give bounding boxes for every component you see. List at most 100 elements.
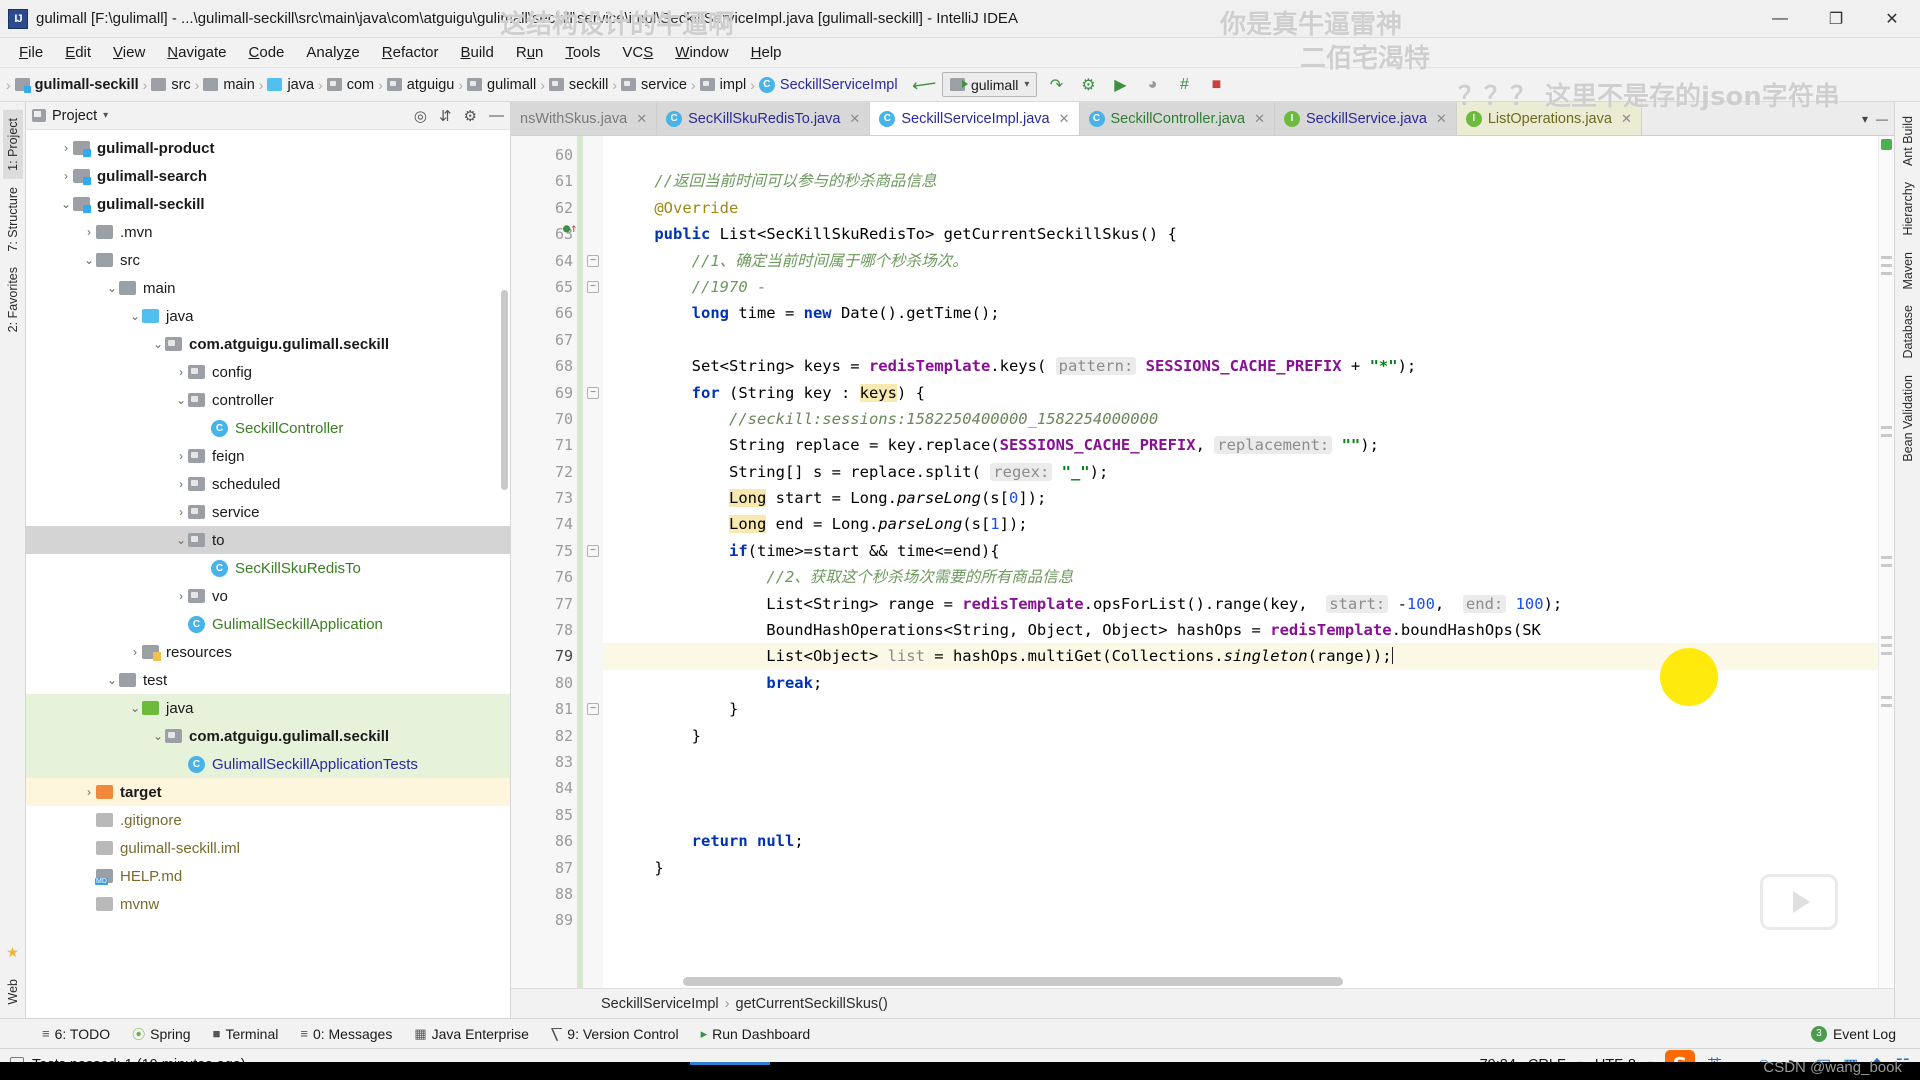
breadcrumb-item-main[interactable]: main [203, 77, 255, 93]
code-line[interactable]: String[] s = replace.split( regex: "_"); [603, 459, 1878, 485]
tab-seckillservice[interactable]: I SeckillService.java ✕ [1275, 102, 1457, 135]
debug-button[interactable]: ⚙ [1075, 72, 1101, 98]
chevron-right-icon[interactable]: › [59, 141, 73, 155]
sidebar-item-database[interactable]: Database [1898, 297, 1918, 367]
code-editor[interactable]: 60 61 62 63 ●↑ 64 65 66 67 68 69 70 71 72 73 74 75 76 77 78… [511, 136, 1894, 988]
menu-analyze[interactable]: Analyze [295, 41, 370, 64]
breadcrumb-item-service[interactable]: service [621, 77, 687, 93]
analysis-stripe[interactable] [1878, 136, 1894, 988]
code-line[interactable]: } [603, 855, 1878, 881]
chevron-down-icon[interactable]: ⌄ [151, 729, 165, 743]
tab-seckillskuredisto[interactable]: C SecKillSkuRedisTo.java ✕ [657, 102, 871, 135]
code-line[interactable]: //seckill:sessions:1582250400000_1582254… [603, 406, 1878, 432]
sidebar-item-favorites[interactable]: 2: Favorites [3, 259, 23, 340]
chevron-down-icon[interactable]: ⌄ [59, 197, 73, 211]
breadcrumb-item-module[interactable]: gulimall-seckill [14, 77, 139, 93]
horizontal-scrollbar[interactable] [683, 977, 1343, 986]
sidebar-item-hierarchy[interactable]: Hierarchy [1898, 174, 1918, 244]
breadcrumb-item-class[interactable]: C SeckillServiceImpl [758, 76, 898, 93]
menu-build[interactable]: Build [449, 41, 504, 64]
close-button[interactable]: ✕ [1864, 0, 1920, 37]
minimize-button[interactable]: — [1752, 0, 1808, 37]
tree-item-gulimallseckillapplicationtests[interactable]: C GulimallSeckillApplicationTests [26, 750, 510, 778]
breadcrumb-item-java[interactable]: java [267, 77, 314, 93]
code-line[interactable] [603, 327, 1878, 353]
collapse-all-icon[interactable]: ⇵ [439, 107, 452, 125]
tree-item-gulimall-search[interactable]: › gulimall-search [26, 162, 510, 190]
maximize-button[interactable]: ❐ [1808, 0, 1864, 37]
tree-item-java[interactable]: ⌄ java [26, 694, 510, 722]
tool-window-version-control[interactable]: ⎲ 9: Version Control [551, 1026, 679, 1042]
star-icon[interactable]: ★ [6, 944, 19, 961]
gear-icon[interactable]: ⚙ [464, 107, 477, 125]
tree-item-gulimall-seckill[interactable]: ⌄ gulimall-seckill [26, 190, 510, 218]
tool-window-run-dashboard[interactable]: ▸ Run Dashboard [701, 1026, 811, 1042]
tree-item-com-atguigu-gulimall-seckill[interactable]: ⌄ com.atguigu.gulimall.seckill [26, 722, 510, 750]
code-line[interactable] [603, 907, 1878, 933]
code-line[interactable]: long time = new Date().getTime(); [603, 300, 1878, 326]
menu-run[interactable]: Run [505, 41, 555, 64]
close-icon[interactable]: ✕ [1436, 111, 1447, 127]
code-line[interactable]: //1、确定当前时间属于哪个秒杀场次。 [603, 248, 1878, 274]
menu-file[interactable]: File [8, 41, 54, 64]
tree-item-vo[interactable]: › vo [26, 582, 510, 610]
chevron-down-icon[interactable]: ⌄ [105, 281, 119, 295]
code-line[interactable]: Set<String> keys = redisTemplate.keys( p… [603, 353, 1878, 379]
sidebar-item-bean-validation[interactable]: Bean Validation [1898, 367, 1918, 470]
tree-item-scheduled[interactable]: › scheduled [26, 470, 510, 498]
attach-process-button[interactable]: # [1171, 72, 1197, 98]
tool-window-messages[interactable]: ≡ 0: Messages [300, 1026, 392, 1042]
event-log-button[interactable]: 3 Event Log [1810, 1025, 1896, 1042]
code-line[interactable]: if(time>=start && time<=end){ [603, 538, 1878, 564]
tab-list-dropdown[interactable]: ▾ — [1855, 102, 1894, 135]
menu-refactor[interactable]: Refactor [371, 41, 450, 64]
code-line[interactable]: Long start = Long.parseLong(s[0]); [603, 485, 1878, 511]
tree-item-mvnw[interactable]: mvnw [26, 890, 510, 918]
project-tree[interactable]: › gulimall-product › gulimall-search ⌄ gulima… [26, 130, 510, 1018]
tab-collections-with-skus[interactable]: nsWithSkus.java ✕ [511, 102, 658, 135]
chevron-right-icon[interactable]: › [174, 505, 188, 519]
tree-item--gitignore[interactable]: .gitignore [26, 806, 510, 834]
breadcrumb-item-com[interactable]: com [326, 77, 374, 93]
tree-item-config[interactable]: › config [26, 358, 510, 386]
project-tree-scrollbar[interactable] [501, 290, 508, 490]
tree-item-gulimall-seckill-iml[interactable]: gulimall-seckill.iml [26, 834, 510, 862]
breadcrumb-method[interactable]: getCurrentSeckillSkus() [736, 996, 888, 1012]
tree-item-to[interactable]: ⌄ to [26, 526, 510, 554]
tree-item-resources[interactable]: › resources [26, 638, 510, 666]
breadcrumb-item-gulimall[interactable]: gulimall [467, 77, 536, 93]
fold-toggle-icon[interactable]: − [587, 703, 599, 716]
profiler-button[interactable]: ◕ [1139, 72, 1165, 98]
tree-item-main[interactable]: ⌄ main [26, 274, 510, 302]
code-line[interactable]: return null; [603, 828, 1878, 854]
chevron-right-icon[interactable]: › [82, 785, 96, 799]
menu-navigate[interactable]: Navigate [156, 41, 237, 64]
tree-item-service[interactable]: › service [26, 498, 510, 526]
tree-item-target[interactable]: › target [26, 778, 510, 806]
chevron-down-icon[interactable]: ⌄ [174, 393, 188, 407]
breadcrumb-item-atguigu[interactable]: atguigu [386, 77, 454, 93]
fold-toggle-icon[interactable]: − [587, 386, 599, 399]
close-icon[interactable]: ✕ [1059, 111, 1070, 127]
tree-item-controller[interactable]: ⌄ controller [26, 386, 510, 414]
tab-listoperations[interactable]: I ListOperations.java ✕ [1456, 102, 1642, 135]
stop-button[interactable]: ■ [1203, 72, 1229, 98]
tree-item-src[interactable]: ⌄ src [26, 246, 510, 274]
chevron-down-icon[interactable]: ▾ [103, 110, 108, 121]
chevron-right-icon[interactable]: › [128, 645, 142, 659]
tool-window-todo[interactable]: ≡ 6: TODO [42, 1026, 110, 1042]
close-icon[interactable]: ✕ [1254, 111, 1265, 127]
hide-tabs-icon[interactable]: — [1876, 112, 1888, 126]
chevron-right-icon[interactable]: › [82, 225, 96, 239]
code-folding-column[interactable]: − − − − − [583, 136, 603, 988]
sidebar-item-ant-build[interactable]: Ant Build [1898, 108, 1918, 174]
method-run-gutter-icon[interactable]: ●↑ [563, 221, 577, 235]
code-line[interactable]: } [603, 723, 1878, 749]
code-line[interactable]: List<String> range = redisTemplate.opsFo… [603, 591, 1878, 617]
menu-help[interactable]: Help [740, 41, 793, 64]
chevron-down-icon[interactable]: ⌄ [128, 309, 142, 323]
code-line[interactable]: Long end = Long.parseLong(s[1]); [603, 511, 1878, 537]
chevron-down-icon[interactable]: ⌄ [105, 673, 119, 687]
code-line[interactable] [603, 749, 1878, 775]
tree-item--mvn[interactable]: › .mvn [26, 218, 510, 246]
